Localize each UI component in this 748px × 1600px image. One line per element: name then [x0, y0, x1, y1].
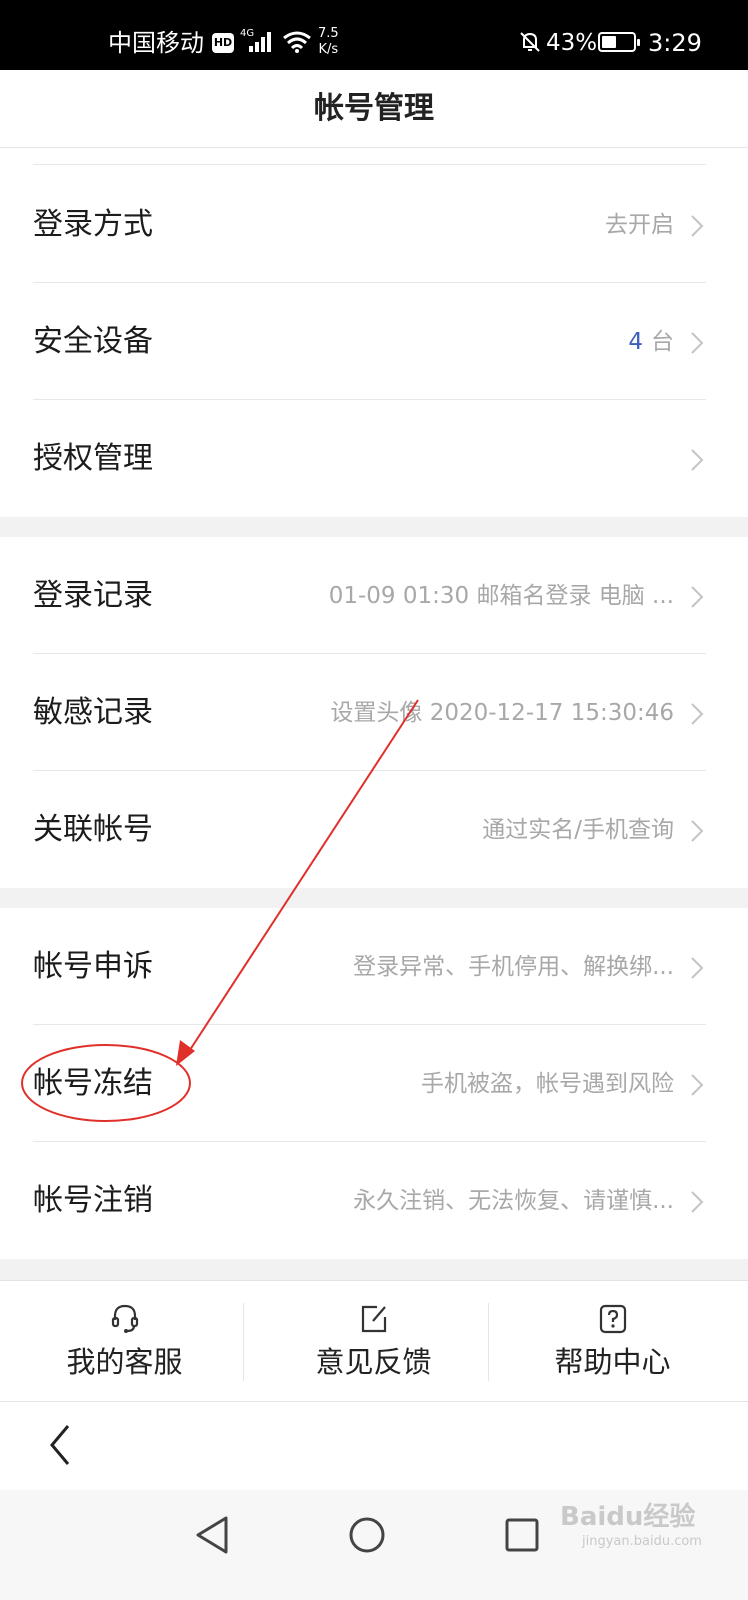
row-login-records[interactable]: 登录记录 01-09 01:30 邮箱名登录 电脑 ...: [0, 537, 748, 654]
help-center-button[interactable]: 帮助中心: [488, 1281, 737, 1403]
row-security-devices[interactable]: 安全设备 4台: [0, 283, 748, 400]
back-arrow-icon[interactable]: [44, 1420, 80, 1470]
row-login-method[interactable]: 登录方式 去开启: [0, 166, 748, 283]
row-value: 4台: [628, 327, 674, 357]
action-separator: [243, 1303, 244, 1381]
row-label: 关联帐号: [33, 812, 153, 847]
row-label: 授权管理: [33, 441, 153, 476]
edit-icon: [361, 1305, 387, 1333]
baidu-watermark: Baidu经验: [560, 1502, 696, 1532]
chevron-right-icon: [691, 1074, 704, 1096]
watermark-url: jingyan.baidu.com: [582, 1534, 702, 1549]
chevron-right-icon: [691, 449, 704, 471]
row-label: 安全设备: [33, 324, 153, 359]
row-value: 设置头像 2020-12-17 15:30:46: [330, 700, 674, 726]
row-linked-accounts[interactable]: 关联帐号 通过实名/手机查询: [0, 771, 748, 888]
bell-muted-icon: [520, 32, 540, 52]
chevron-right-icon: [691, 820, 704, 842]
row-label: 登录方式: [33, 207, 153, 242]
row-label: 登录记录: [33, 578, 153, 613]
group-separator: [0, 517, 748, 537]
customer-service-button[interactable]: 我的客服: [0, 1281, 249, 1403]
action-label: 帮助中心: [554, 1345, 671, 1379]
wifi-icon: [283, 31, 311, 53]
hd-badge: HD: [212, 33, 234, 53]
action-label: 意见反馈: [315, 1345, 432, 1379]
feedback-button[interactable]: 意见反馈: [249, 1281, 498, 1403]
status-bar: 中国移动 HD 4G 7.5 K/s 43% 3:29: [0, 0, 748, 70]
clock: 3:29: [648, 29, 702, 57]
row-label: 帐号注销: [33, 1183, 153, 1218]
bottom-action-bar: 我的客服 意见反馈 帮助中心: [0, 1280, 748, 1402]
group-separator: [0, 1259, 748, 1280]
row-label: 帐号冻结: [33, 1066, 153, 1101]
headset-icon: [111, 1304, 139, 1333]
row-account-cancel[interactable]: 帐号注销 永久注销、无法恢复、请谨慎...: [0, 1142, 748, 1259]
row-label: 敏感记录: [33, 695, 153, 730]
carrier-name: 中国移动: [108, 29, 204, 57]
chevron-right-icon: [691, 957, 704, 979]
page-header: 帐号管理: [0, 70, 748, 148]
chevron-right-icon: [691, 703, 704, 725]
help-icon: [599, 1304, 627, 1334]
row-value: 永久注销、无法恢复、请谨慎...: [353, 1188, 674, 1214]
device-unit: 台: [651, 329, 674, 355]
chevron-right-icon: [691, 1191, 704, 1213]
battery-percent: 43%: [546, 30, 598, 56]
chevron-right-icon: [691, 586, 704, 608]
row-label: 帐号申诉: [33, 949, 153, 984]
row-account-appeal[interactable]: 帐号申诉 登录异常、手机停用、解换绑...: [0, 908, 748, 1025]
back-bar: [0, 1402, 748, 1490]
list-top-spacer: [0, 149, 748, 165]
row-sensitive-records[interactable]: 敏感记录 设置头像 2020-12-17 15:30:46: [0, 654, 748, 771]
row-account-freeze[interactable]: 帐号冻结 手机被盗，帐号遇到风险: [0, 1025, 748, 1142]
row-value: 手机被盗，帐号遇到风险: [421, 1071, 674, 1097]
chevron-right-icon: [691, 332, 704, 354]
row-value: 通过实名/手机查询: [482, 817, 674, 843]
group-separator: [0, 888, 748, 908]
device-count: 4: [628, 329, 643, 355]
page-title: 帐号管理: [314, 91, 434, 126]
row-value: 01-09 01:30 邮箱名登录 电脑 ...: [328, 583, 674, 609]
chevron-right-icon: [691, 215, 704, 237]
nav-back-icon[interactable]: [188, 1510, 238, 1560]
battery-icon: [598, 32, 640, 52]
nav-recents-icon[interactable]: [497, 1510, 547, 1560]
row-value: 登录异常、手机停用、解换绑...: [353, 954, 674, 980]
nav-home-icon[interactable]: [342, 1510, 392, 1560]
signal-icon: [249, 32, 271, 52]
action-label: 我的客服: [66, 1345, 183, 1379]
row-authorization[interactable]: 授权管理: [0, 400, 748, 517]
row-value: 去开启: [605, 212, 674, 238]
network-speed: 7.5 K/s: [318, 26, 339, 57]
